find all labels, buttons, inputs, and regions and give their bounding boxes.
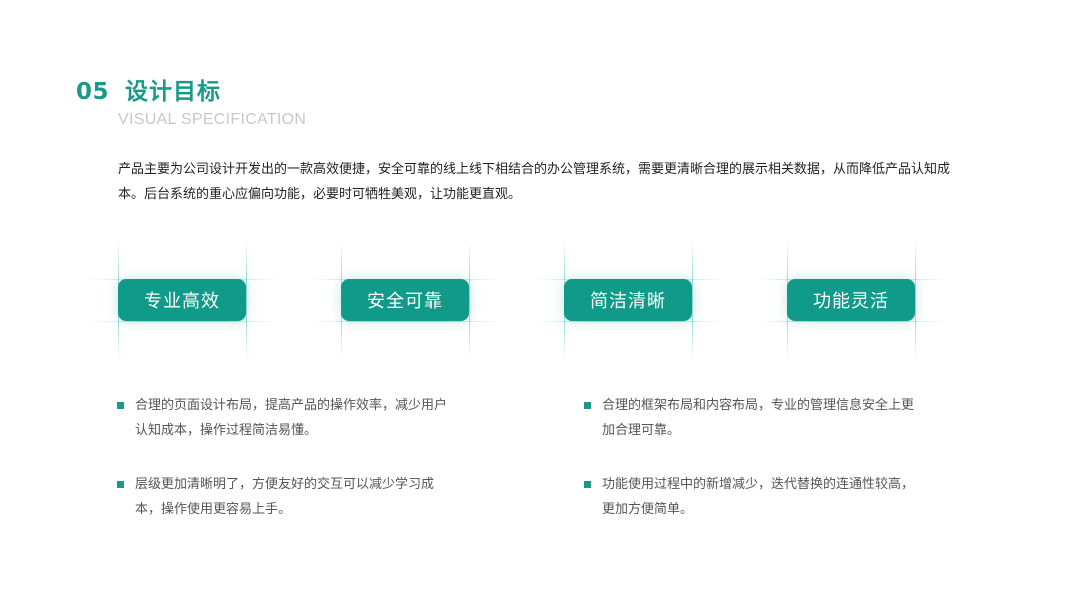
bullet-text: 合理的页面设计布局，提高产品的操作效率，减少用户认知成本，操作过程简洁易懂。 xyxy=(135,398,448,438)
tag-card: 安全可靠 xyxy=(311,240,501,360)
bullet-text: 合理的框架布局和内容布局，专业的管理信息安全上更加合理可靠。 xyxy=(602,398,915,438)
bullet-item: 合理的页面设计布局，提高产品的操作效率，减少用户认知成本，操作过程简洁易懂。 xyxy=(117,393,455,443)
tag-card: 专业高效 xyxy=(88,240,278,360)
decor-line xyxy=(692,240,693,360)
bullet-text: 层级更加清晰明了，方便友好的交互可以减少学习成本，操作使用更容易上手。 xyxy=(135,477,435,517)
tag-flexible-function: 功能灵活 xyxy=(787,279,915,321)
decor-line xyxy=(311,321,501,322)
bullet-item: 合理的框架布局和内容布局，专业的管理信息安全上更加合理可靠。 xyxy=(584,393,922,443)
decor-line xyxy=(757,321,947,322)
bullet-square-icon xyxy=(117,481,124,488)
decor-line xyxy=(246,240,247,360)
bullet-square-icon xyxy=(584,402,591,409)
bullet-item: 层级更加清晰明了，方便友好的交互可以减少学习成本，操作使用更容易上手。 xyxy=(117,472,455,522)
section-subtitle: VISUAL SPECIFICATION xyxy=(118,111,307,128)
tag-card: 简洁清晰 xyxy=(534,240,724,360)
bullet-item: 功能使用过程中的新增减少，迭代替换的连通性较高，更加方便简单。 xyxy=(584,472,922,522)
tag-safe-reliable: 安全可靠 xyxy=(341,279,469,321)
goal-tags: 专业高效 安全可靠 简洁清晰 功能灵活 xyxy=(0,240,1067,360)
section-heading: 05 设计目标 xyxy=(76,72,221,106)
tag-simple-clear: 简洁清晰 xyxy=(564,279,692,321)
tag-card: 功能灵活 xyxy=(757,240,947,360)
decor-line xyxy=(469,240,470,360)
bullet-square-icon xyxy=(117,402,124,409)
decor-line xyxy=(88,321,278,322)
page: 05 设计目标 VISUAL SPECIFICATION 产品主要为公司设计开发… xyxy=(0,0,1067,600)
bullet-text: 功能使用过程中的新增减少，迭代替换的连通性较高，更加方便简单。 xyxy=(602,477,915,517)
tag-professional-efficient: 专业高效 xyxy=(118,279,246,321)
bullet-square-icon xyxy=(584,481,591,488)
decor-line xyxy=(534,321,724,322)
intro-paragraph: 产品主要为公司设计开发出的一款高效便捷，安全可靠的线上线下相结合的办公管理系统，… xyxy=(118,162,951,202)
section-title: 设计目标 xyxy=(125,79,222,105)
decor-line xyxy=(915,240,916,360)
section-number: 05 xyxy=(76,79,110,105)
